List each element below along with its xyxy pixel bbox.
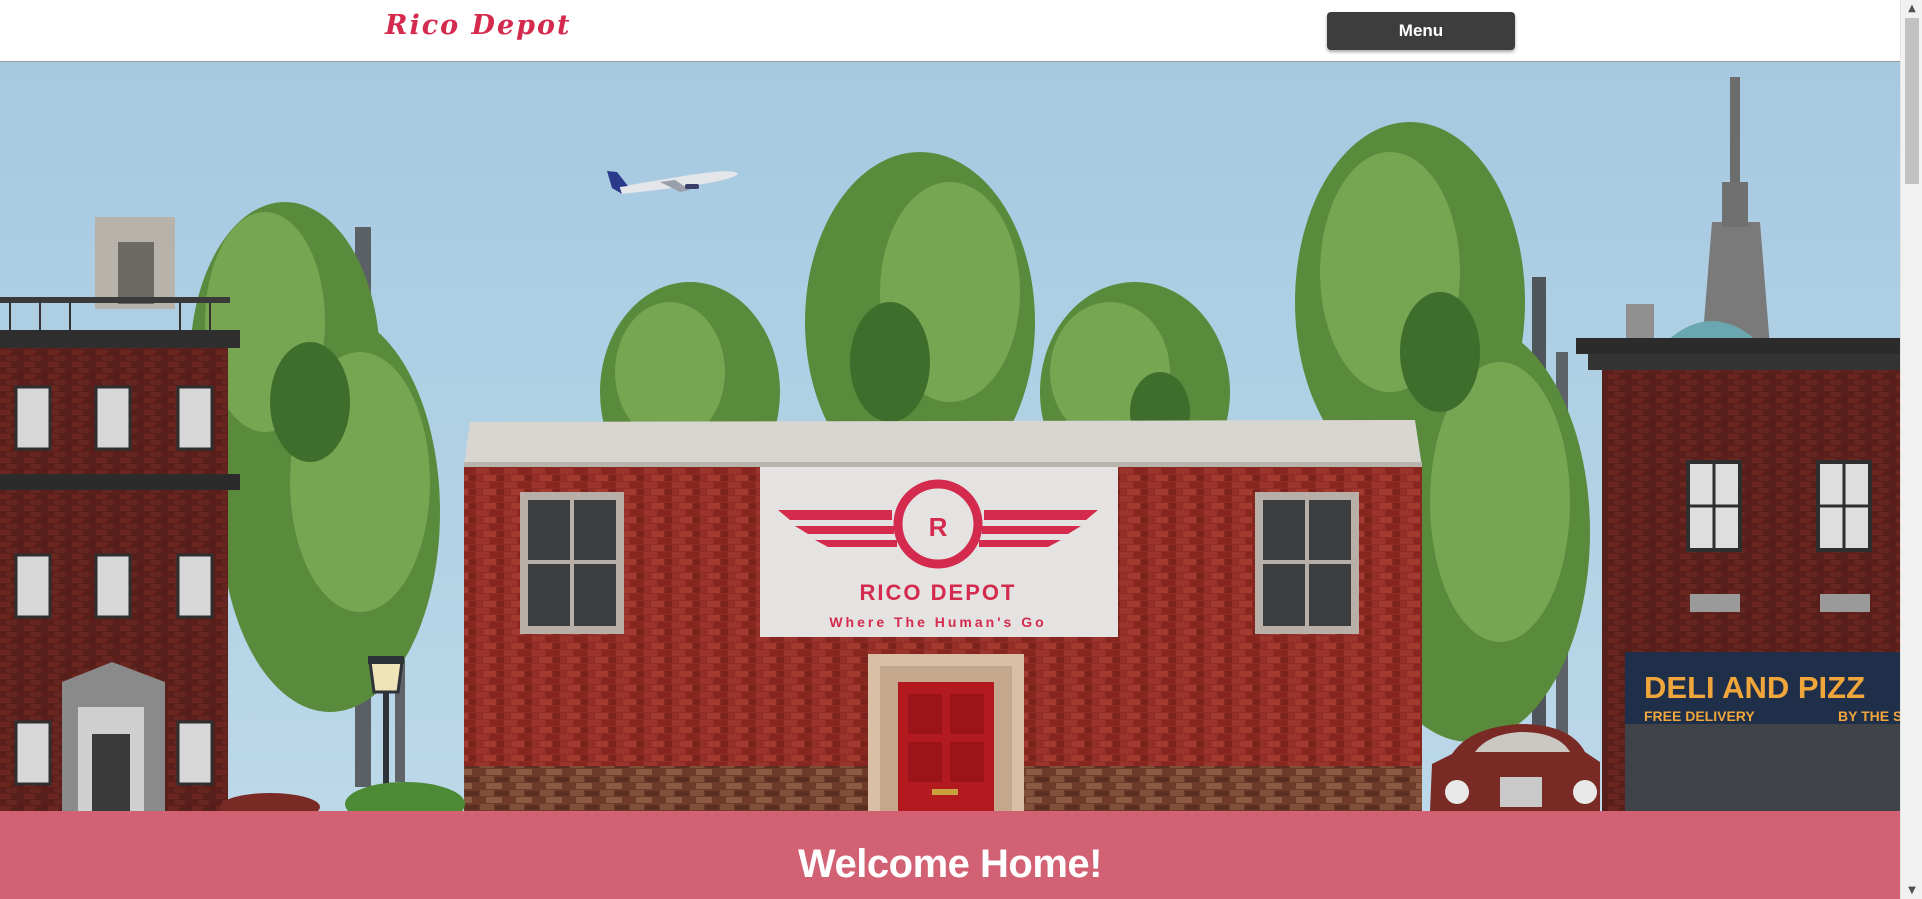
sign-name: RICO DEPOT (860, 580, 1017, 605)
welcome-heading: Welcome Home! (798, 842, 1102, 886)
sign-tagline: Where The Human's Go (829, 614, 1046, 630)
deli-sign-subtitle-left: FREE DELIVERY (1644, 708, 1755, 724)
site-header: Rico Depot Menu (0, 0, 1900, 62)
hero-illustration: R RICO DEPOT Where The Human's Go DELI A… (0, 62, 1900, 811)
vertical-scrollbar[interactable]: ▲ ▼ (1900, 0, 1922, 899)
triangle-up-icon[interactable]: ▲ (1901, 0, 1922, 17)
hero-banner: R RICO DEPOT Where The Human's Go DELI A… (0, 62, 1900, 811)
welcome-band: Welcome Home! (0, 811, 1900, 899)
scrollbar-thumb[interactable] (1905, 18, 1919, 184)
sign-initial: R (929, 512, 948, 542)
menu-button[interactable]: Menu (1327, 12, 1515, 50)
deli-sign-title: DELI AND PIZZ (1644, 670, 1865, 705)
brand-logo[interactable]: Rico Depot (385, 10, 572, 41)
right-building: DELI AND PIZZ FREE DELIVERY BY THE S (1576, 304, 1900, 811)
deli-sign-subtitle-right: BY THE S (1838, 708, 1900, 724)
triangle-down-icon[interactable]: ▼ (1901, 882, 1922, 899)
page: Rico Depot Menu R RICO DEPOT Where The H… (0, 0, 1900, 899)
